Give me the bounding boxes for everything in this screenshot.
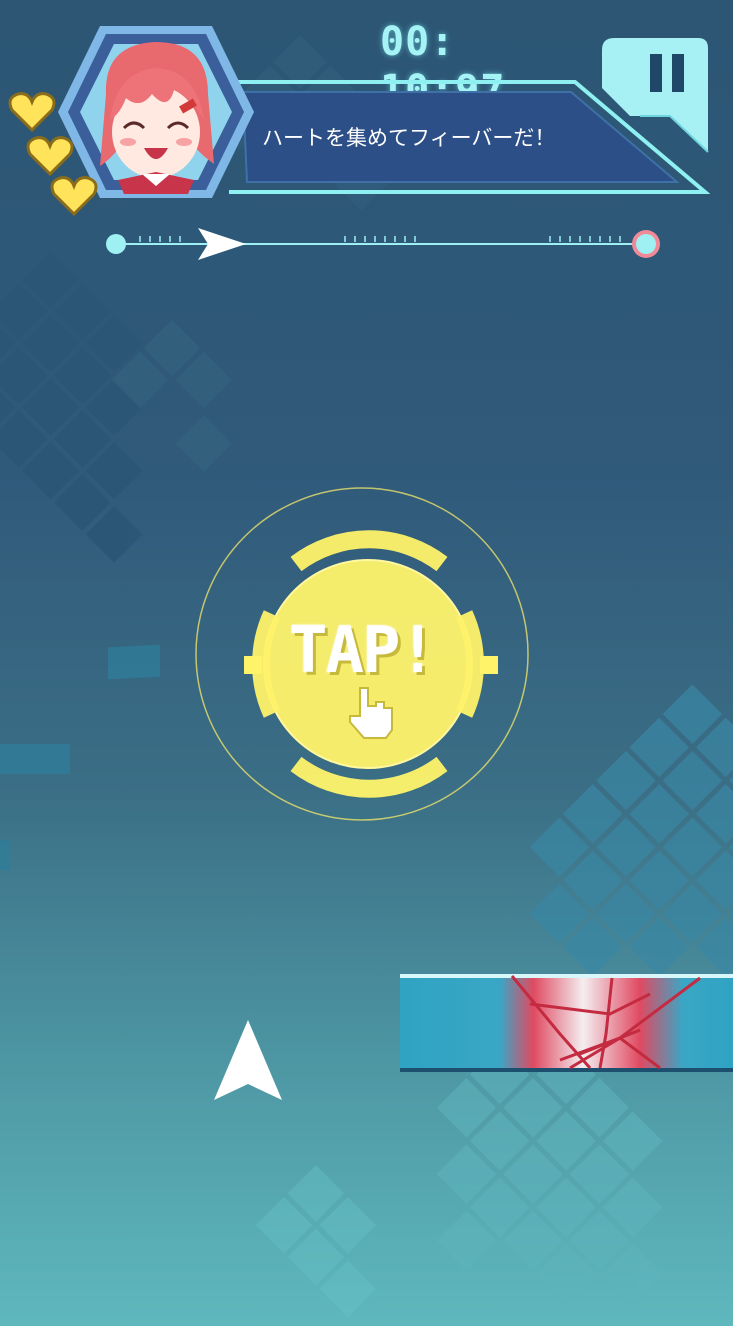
tap-button[interactable]: TAP! — [192, 484, 532, 824]
heart-icon — [26, 136, 74, 177]
dialogue-text: ハートを集めてフィーバーだ！ — [262, 126, 556, 150]
heart-icon — [8, 92, 56, 133]
debris-fragment — [108, 644, 160, 680]
debris-fragment — [0, 840, 10, 870]
stage-progress-bar — [106, 228, 660, 260]
player-ship-icon[interactable] — [212, 1018, 284, 1106]
debris-fragment — [0, 744, 70, 774]
lives-indicator — [8, 90, 108, 220]
cracked-obstacle-block — [400, 974, 733, 1072]
pointer-hand-icon — [349, 687, 393, 739]
heart-icon — [50, 176, 98, 217]
tap-label: TAP! — [288, 614, 437, 688]
elapsed-timer: 00: 10:97 — [380, 19, 506, 113]
